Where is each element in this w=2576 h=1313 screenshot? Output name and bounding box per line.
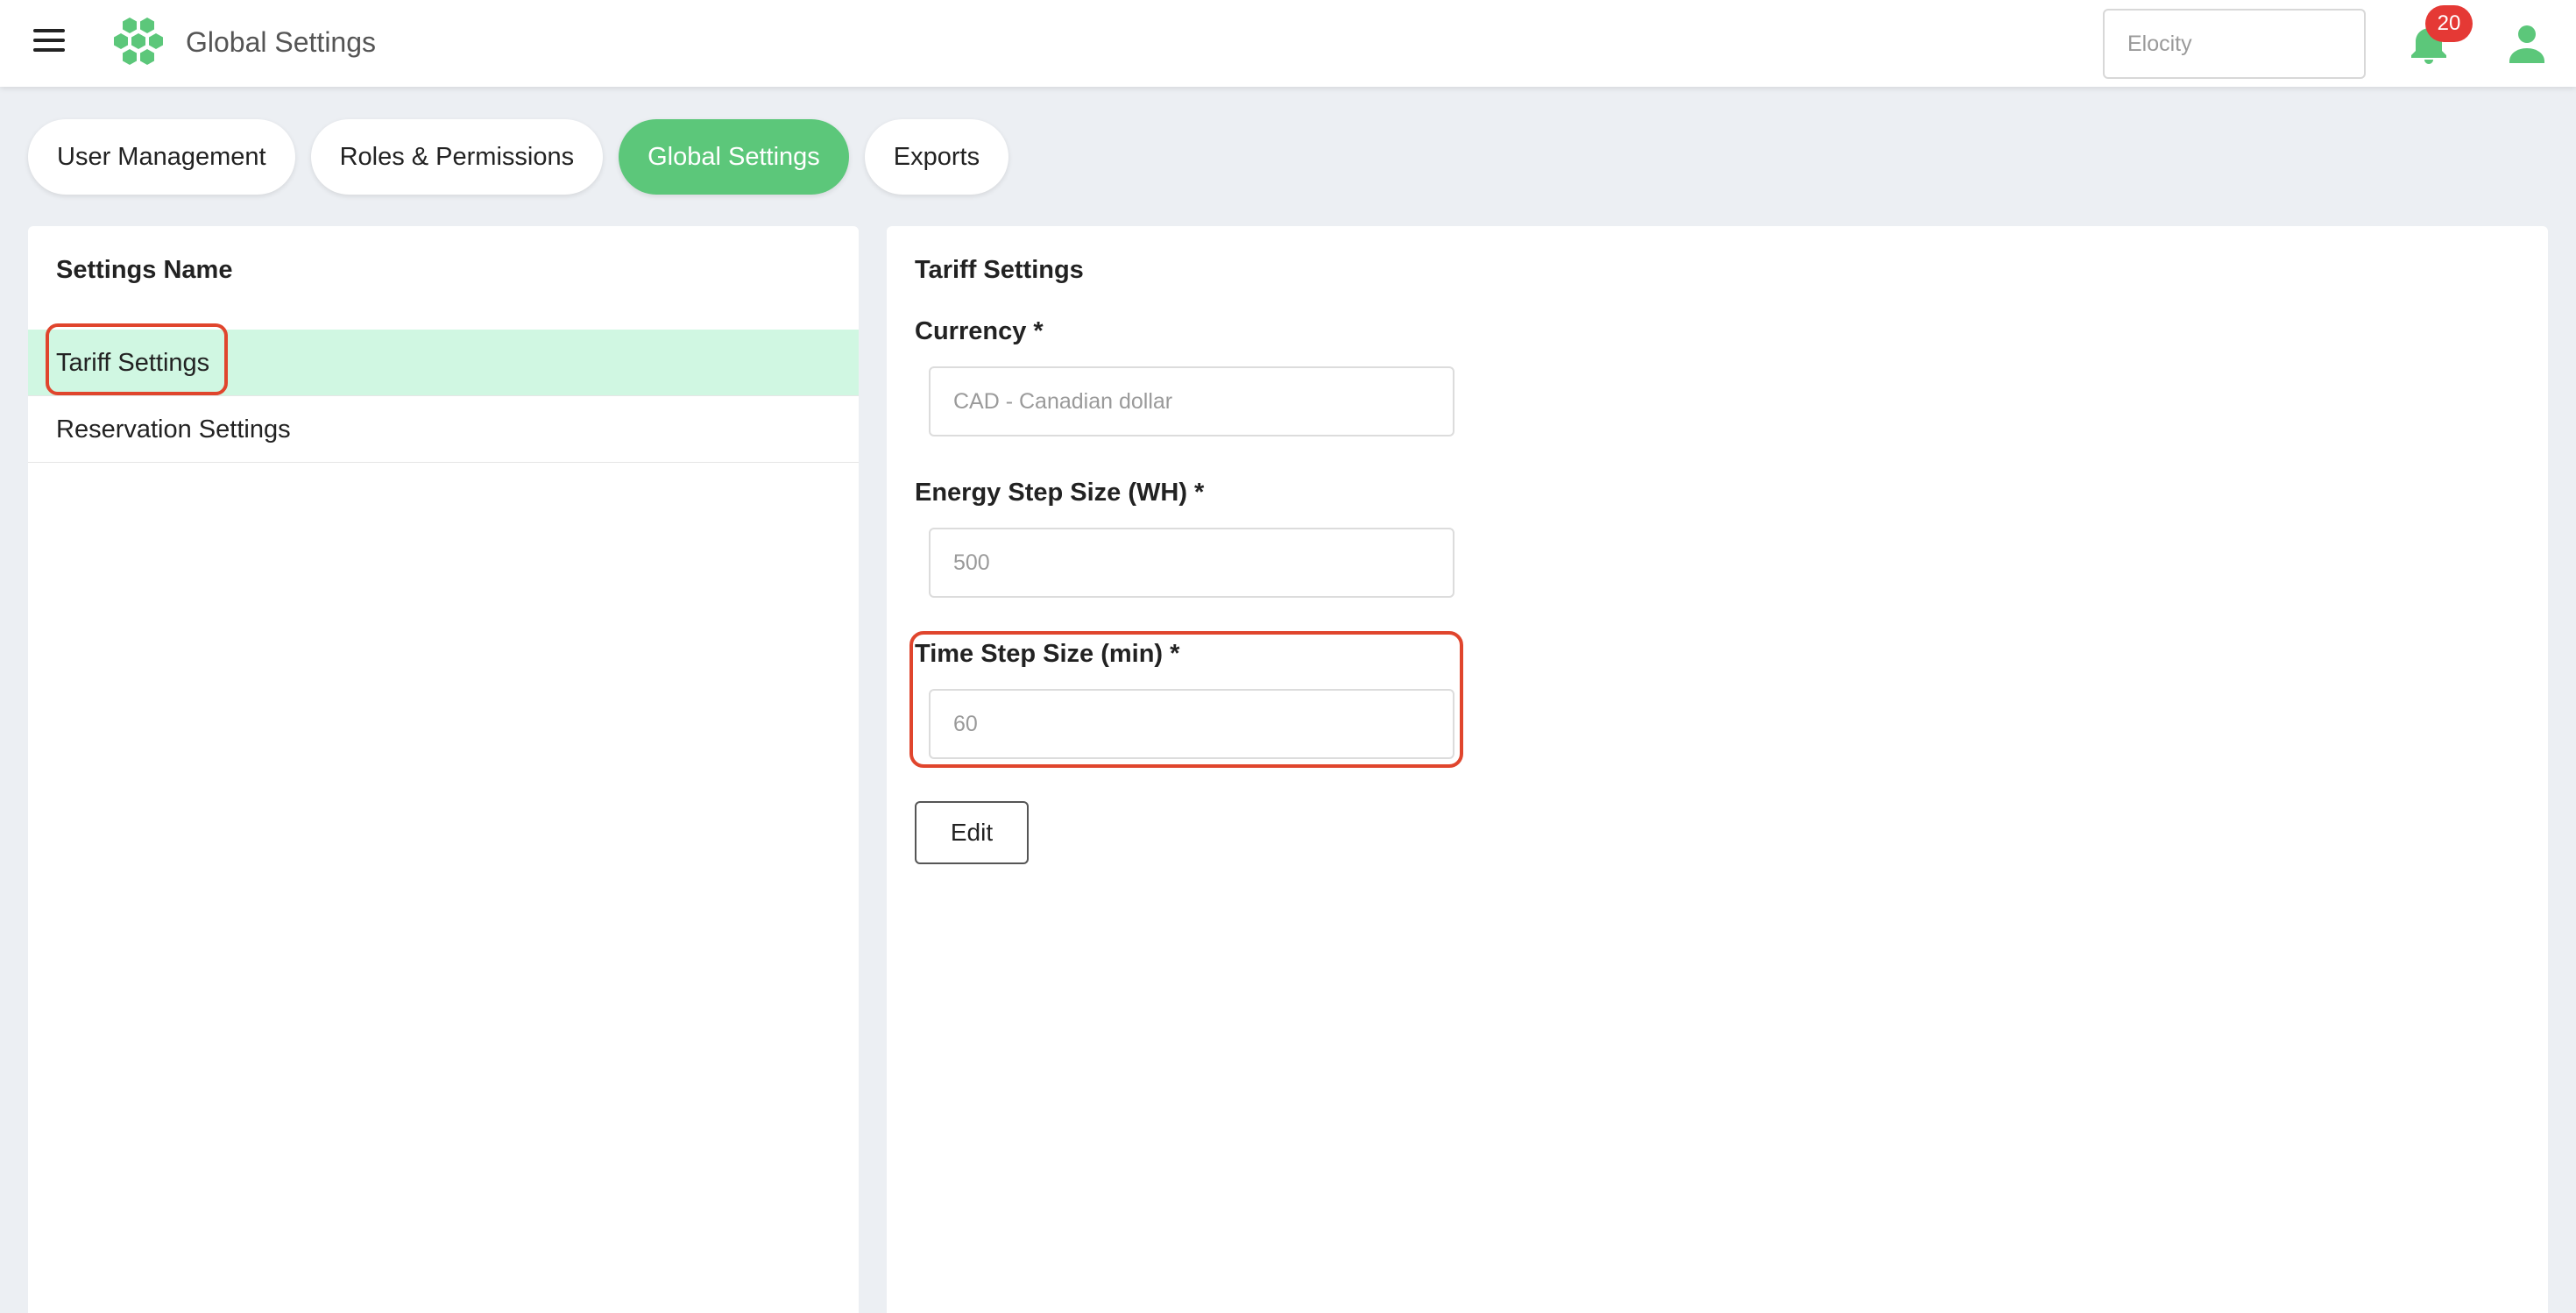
hamburger-menu-icon[interactable]: [33, 29, 65, 55]
organization-selector[interactable]: Elocity: [2103, 9, 2366, 79]
notification-count-badge: 20: [2425, 5, 2473, 42]
tab-exports[interactable]: Exports: [864, 119, 1009, 195]
hexagon-cluster-logo: [114, 18, 163, 65]
user-icon[interactable]: [2508, 23, 2546, 63]
energy-step-size-field[interactable]: [929, 528, 1454, 598]
time-step-size-label: Time Step Size (min) *: [915, 640, 1180, 668]
settings-item-reservation[interactable]: Reservation Settings: [28, 396, 859, 463]
tab-user-management[interactable]: User Management: [28, 119, 295, 195]
settings-list-panel: Settings Name Tariff Settings Reservatio…: [28, 226, 859, 1313]
tab-global-settings[interactable]: Global Settings: [619, 119, 849, 195]
currency-label: Currency *: [915, 317, 1044, 345]
time-step-size-field[interactable]: [929, 689, 1454, 759]
form-heading: Tariff Settings: [915, 256, 1084, 284]
energy-step-size-label: Energy Step Size (WH) *: [915, 479, 1205, 507]
settings-list-title: Settings Name: [56, 256, 233, 284]
app-title: Global Settings: [186, 26, 377, 58]
tariff-settings-form: Tariff Settings Currency * Energy Step S…: [887, 226, 2548, 1313]
edit-button[interactable]: Edit: [915, 801, 1029, 864]
settings-item-tariff[interactable]: Tariff Settings: [28, 330, 859, 396]
currency-field[interactable]: [929, 366, 1454, 436]
top-bar: Global Settings Elocity 20: [0, 0, 2576, 87]
tab-bar: User Management Roles & Permissions Glob…: [28, 119, 1009, 195]
tab-roles-permissions[interactable]: Roles & Permissions: [310, 119, 604, 195]
